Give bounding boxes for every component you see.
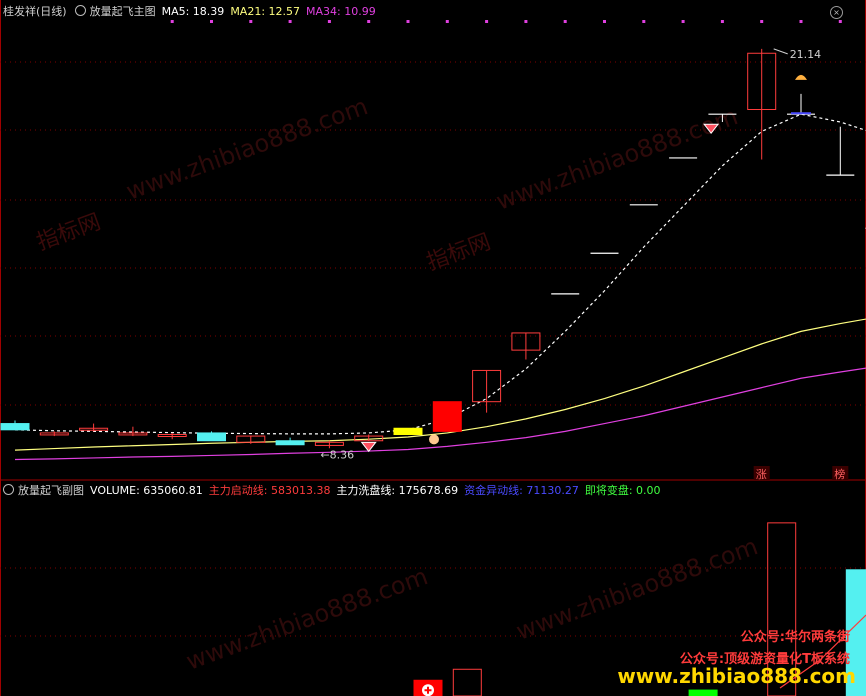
signal-dot [327, 20, 331, 23]
signal-dot [563, 20, 567, 23]
signal-dot [720, 20, 724, 23]
hand-pointer-icon [429, 434, 439, 445]
watermark-brand: 指标网 [34, 210, 105, 256]
sub-chart-header: 放量起飞副图 VOLUME: 635060.81 主力启动线: 583013.38 主… [3, 484, 667, 498]
candle-body [275, 440, 305, 446]
watermark-brand: 指标网 [424, 230, 495, 276]
change-label: 即将变盘: 0.00 [584, 484, 661, 497]
sub-indicator-name[interactable]: 放量起飞副图 [18, 484, 84, 497]
signal-dot [603, 20, 606, 23]
watermark-site: www.zhibiao888.com [182, 562, 431, 675]
promo-text-1: 公众号:华尔两条街 [740, 630, 850, 645]
ma21-label: MA21: 12.57 [230, 5, 301, 18]
volume-label: VOLUME: 635060.81 [90, 484, 203, 497]
signal-dot [838, 20, 842, 23]
signal-dot [367, 20, 371, 23]
main-start-label: 主力启动线: 583013.38 [208, 484, 331, 497]
watermark-site: www.zhibiao888.com [122, 92, 371, 205]
signal-dot [210, 20, 213, 23]
signal-dot [445, 20, 449, 23]
settings-icon[interactable] [3, 484, 14, 495]
candle-body [393, 427, 423, 435]
signal-dot [799, 20, 803, 23]
candle-body [0, 423, 30, 431]
badge-zhang: 涨 [756, 468, 767, 481]
signal-dot [485, 20, 489, 23]
settings-icon[interactable] [74, 5, 86, 16]
gem-signal-icon [360, 441, 377, 453]
high-price-label: 21.14 [790, 48, 822, 61]
ma5-line [14, 113, 866, 435]
candle-body [432, 401, 462, 432]
ma5-label: MA5: 18.39 [161, 5, 225, 18]
watermark-site: www.zhibiao888.com [492, 102, 741, 215]
signal-dot [642, 20, 646, 23]
main-indicator-name[interactable]: 放量起飞主图 [90, 5, 156, 18]
fund-label: 资金异动线: 71130.27 [464, 484, 579, 497]
promo-site: www.zhibiao888.com [617, 664, 856, 688]
ma34-label: MA34: 10.99 [306, 5, 376, 18]
stock-name[interactable]: 桂发祥(日线) [3, 5, 67, 18]
signal-dot [249, 20, 253, 23]
volume-bar [452, 668, 482, 696]
signal-dot [288, 20, 292, 23]
main-chart-header: 桂发祥(日线) 放量起飞主图 MA5: 18.39 MA21: 12.57 MA34: … [3, 5, 382, 19]
hat-signal-icon [795, 74, 807, 80]
volume-bar [688, 689, 718, 696]
signal-dot [524, 20, 528, 23]
candle-body [197, 432, 226, 442]
close-icon[interactable]: × [830, 6, 843, 19]
badge-bang: 榜 [834, 467, 845, 481]
chart-canvas: 指标网 指标网 www.zhibiao888.com www.zhibiao888.c… [0, 0, 866, 696]
low-price-label: ←8.36 [320, 448, 354, 461]
signal-dot [406, 20, 410, 23]
signal-dot [170, 20, 174, 23]
signal-dot [681, 20, 685, 23]
signal-dot [760, 20, 764, 23]
watermark-site: www.zhibiao888.com [512, 532, 761, 645]
main-wash-label: 主力洗盘线: 175678.69 [336, 484, 459, 497]
